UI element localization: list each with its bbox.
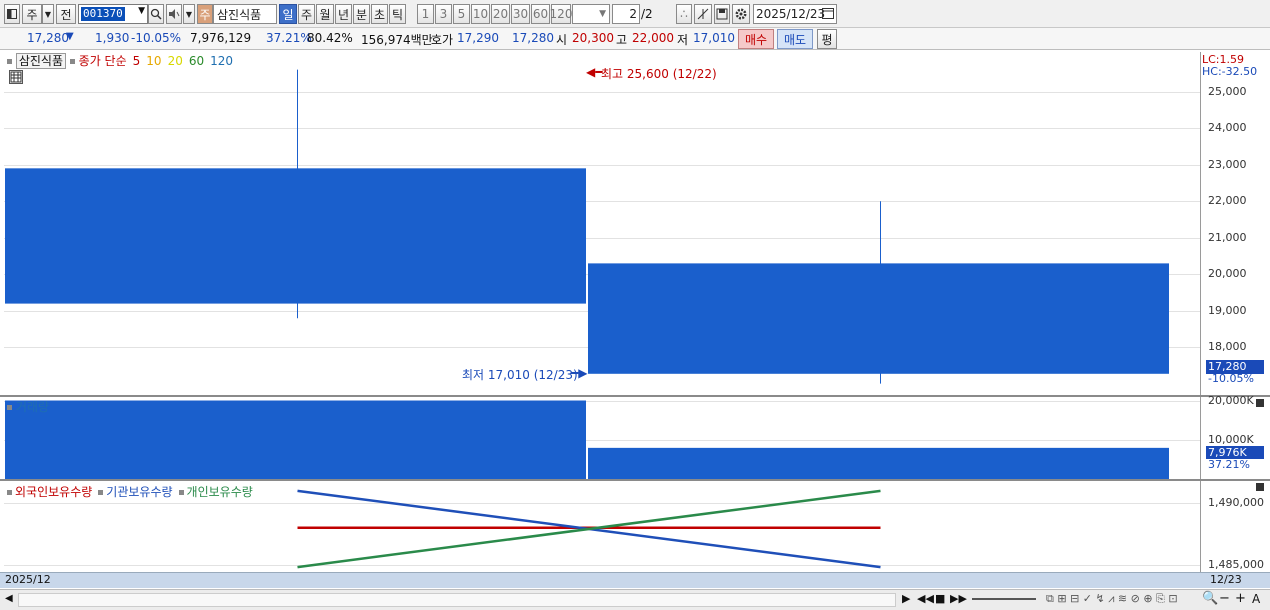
holding-pane-legend: 외국인보유수량 기관보유수량 개인보유수량 [7,483,259,500]
ma-legend-item: 10 [146,54,162,68]
volume-tick-label: 10,000K [1208,432,1254,446]
volume-tick-label: 20,000K [1208,393,1254,407]
price-tick-label: 23,000 [1208,157,1247,171]
legend-square-icon [7,490,12,495]
legend-square-icon [178,490,184,495]
close-pane-icon[interactable] [1256,399,1264,407]
scroll-toolbar: ◀ ▶ ◀◀ ■ ▶▶ ⧉ ⊞ ⊟ ✓ ↯ ⩘ ≋ ⊘ ⊕ ⎘ ⊡ 🔍 − + … [0,589,1270,610]
plus-icon[interactable]: + [1235,591,1246,606]
price-tick-label: 20,000 [1208,267,1247,281]
zoom-slider[interactable] [972,598,1036,600]
minus-icon[interactable]: − [1219,591,1230,606]
drawing-tools-icons[interactable]: ⧉ ⊞ ⊟ ✓ ↯ ⩘ ≋ ⊘ ⊕ ⎘ ⊡ [1046,592,1178,606]
hc-label: HC:-32.50 [1202,65,1258,78]
play-icon[interactable]: ▶ [902,592,910,605]
legend-square-icon [7,405,12,410]
fast-forward-icon[interactable]: ▶▶ [950,592,967,605]
rewind-icon[interactable]: ◀◀ [917,592,934,605]
price-tick-label: 22,000 [1208,194,1247,208]
current-change-tag: -10.05% [1208,372,1254,385]
ma-legend-item: 20 [167,54,183,68]
ma-legend-item: 종가 단순 [78,54,127,68]
price-tick-label: 19,000 [1208,303,1247,317]
price-tick-label: 21,000 [1208,230,1247,244]
chart-canvas [5,69,1169,569]
holding-legend-item: 기관보유수량 [106,485,173,499]
stock-label: 삼진식품 [15,53,66,69]
candle-body [588,263,1169,374]
ma-legend-item: 5 [132,54,141,68]
date-axis-end: 12/23 [1210,573,1242,586]
legend-square-icon [69,59,75,64]
current-volume-pct: 37.21% [1208,458,1250,471]
scroll-left-icon[interactable]: ◀ [5,593,13,604]
horizontal-scrollbar[interactable] [18,593,896,607]
date-axis: 2025/12 12/23 [0,572,1270,588]
legend-square-icon [7,59,12,64]
price-tick-label: 24,000 [1208,121,1247,135]
stop-icon[interactable]: ■ [935,592,945,605]
max-arrow-icon: ◀━ [586,65,603,79]
table-icon[interactable] [9,70,23,84]
volume-pane-legend: 거래량 [7,398,49,415]
min-annotation: 최저 17,010 (12/23) [462,368,578,382]
volume-bar [588,447,1169,479]
candle-body [5,168,586,304]
close-pane-icon[interactable] [1256,483,1264,491]
price-tick-label: 25,000 [1208,84,1247,98]
max-annotation: 최고 25,600 (12/22) [601,67,717,81]
text-size-icon[interactable]: A [1252,592,1260,606]
price-pane-legend: 삼진식품 종가 단순 5 10 20 60 120 [7,52,239,69]
ma-legend-item: 60 [188,54,205,68]
holding-legend-item: 개인보유수량 [186,485,253,499]
legend-square-icon [98,490,104,495]
volume-label: 거래량 [15,400,49,414]
holding-tick-label: 1,490,000 [1208,496,1264,510]
zoom-in-icon[interactable]: 🔍 [1202,591,1218,606]
ma-legend-item: 120 [210,54,234,68]
min-arrow-icon: ━▶ [571,366,588,380]
holding-legend-item: 외국인보유수량 [15,485,93,499]
volume-bar [5,400,586,479]
date-axis-start: 2025/12 [5,573,51,586]
holding-tick-label: 1,485,000 [1208,557,1264,571]
price-tick-label: 18,000 [1208,340,1247,354]
